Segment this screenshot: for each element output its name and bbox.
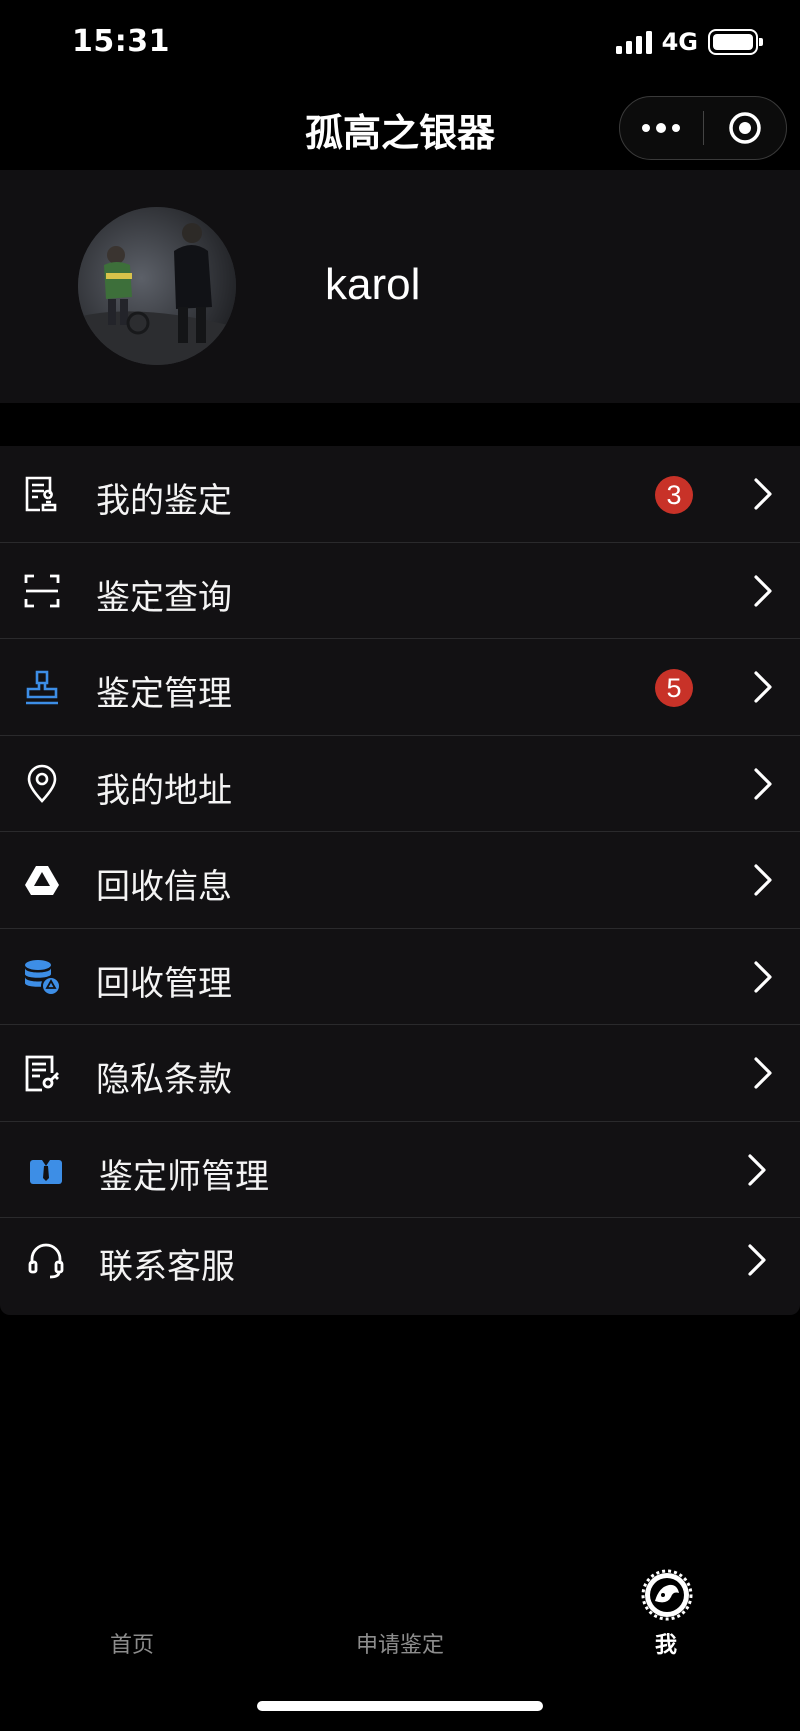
profile-tab-icon[interactable]: [641, 1569, 693, 1621]
document-stamp-icon: [22, 474, 62, 514]
menu-item-label: 回收管理: [96, 963, 232, 1004]
menu-list: 我的鉴定 3 鉴定查询 鉴定管理 5 我的地址 回收信息 回收管理 隐私条款 鉴…: [0, 446, 800, 1315]
status-time: 15:31: [72, 24, 170, 59]
menu-item-label: 联系客服: [99, 1247, 235, 1287]
recycle-triangle-icon: [22, 860, 62, 900]
tab-label: 我: [654, 1633, 677, 1658]
tab-apply-appraisal[interactable]: 申请鉴定: [300, 1627, 500, 1659]
menu-item-my-appraisals[interactable]: 我的鉴定 3: [0, 446, 800, 543]
status-bar: 15:31 4G: [0, 0, 800, 90]
tab-label: 申请鉴定: [355, 1633, 444, 1658]
database-recycle-icon: [22, 957, 62, 997]
avatar[interactable]: [78, 207, 236, 365]
chevron-right-icon: [742, 860, 782, 900]
chevron-right-icon: [742, 1053, 782, 1093]
battery-icon: [708, 29, 763, 55]
chevron-right-icon: [736, 1150, 776, 1190]
menu-item-label: 我的地址: [96, 770, 232, 811]
chevron-right-icon: [742, 764, 782, 804]
username: karol: [325, 260, 421, 309]
status-indicators: 4G: [615, 28, 763, 56]
menu-item-my-address[interactable]: 我的地址: [0, 735, 800, 832]
chevron-right-icon: [742, 667, 782, 707]
miniprogram-capsule: [619, 96, 787, 160]
stamp-icon: [22, 667, 62, 707]
chevron-right-icon: [742, 957, 782, 997]
menu-item-appraisal-query[interactable]: 鉴定查询: [0, 542, 800, 639]
close-target-icon[interactable]: [704, 97, 787, 159]
chevron-right-icon: [736, 1240, 776, 1280]
menu-item-appraisal-management[interactable]: 鉴定管理 5: [0, 639, 800, 736]
chevron-right-icon: [742, 474, 782, 514]
menu-item-label: 隐私条款: [96, 1060, 232, 1100]
location-pin-icon: [22, 764, 62, 804]
menu-item-appraiser-management[interactable]: 鉴定师管理: [0, 1121, 800, 1218]
menu-item-label: 鉴定管理: [96, 674, 232, 714]
headset-icon: [26, 1240, 66, 1280]
more-icon[interactable]: [620, 97, 703, 159]
signal-icon: [615, 30, 652, 54]
scan-frame-icon: [22, 571, 62, 611]
menu-item-contact-support[interactable]: 联系客服: [0, 1218, 800, 1315]
menu-item-recycle-info[interactable]: 回收信息: [0, 832, 800, 929]
profile-card: karol: [0, 170, 800, 403]
document-key-icon: [22, 1053, 62, 1093]
menu-item-label: 鉴定查询: [96, 577, 232, 618]
appraiser-icon: [26, 1150, 66, 1190]
menu-item-label: 我的鉴定: [96, 481, 232, 521]
count-badge: 5: [655, 669, 693, 707]
count-badge: 3: [655, 476, 693, 514]
network-type: 4G: [661, 28, 698, 56]
tab-label: 首页: [109, 1633, 154, 1658]
home-indicator: [257, 1701, 543, 1711]
chevron-right-icon: [742, 571, 782, 611]
tab-me[interactable]: 我: [566, 1627, 766, 1659]
tab-home[interactable]: 首页: [32, 1627, 232, 1659]
menu-item-recycle-management[interactable]: 回收管理: [0, 928, 800, 1025]
menu-item-label: 鉴定师管理: [99, 1156, 269, 1197]
menu-item-privacy-terms[interactable]: 隐私条款: [0, 1025, 800, 1122]
menu-item-label: 回收信息: [96, 867, 232, 907]
